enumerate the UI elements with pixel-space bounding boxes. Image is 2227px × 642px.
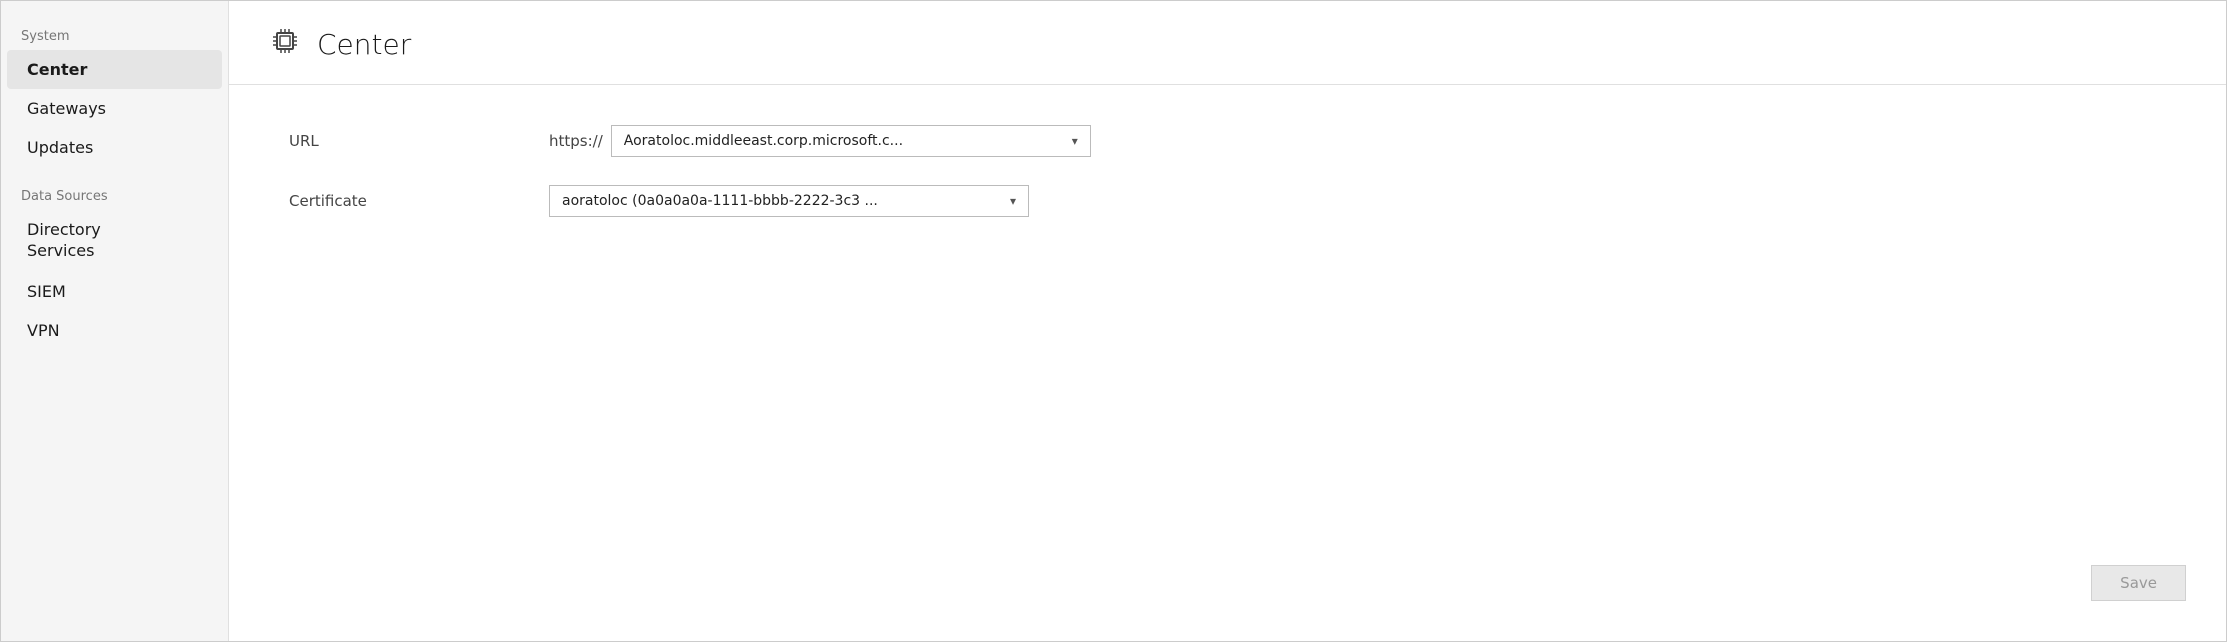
- certificate-row: Certificate aoratoloc (0a0a0a0a-1111-bbb…: [289, 185, 2166, 217]
- sidebar-section-system: System: [1, 19, 228, 50]
- certificate-dropdown-text: aoratoloc (0a0a0a0a-1111-bbbb-2222-3c3 .…: [562, 193, 1000, 209]
- chip-icon: [269, 25, 301, 64]
- sidebar-section-data-sources: Data Sources: [1, 179, 228, 210]
- form-area: URL https:// Aoratoloc.middleeast.corp.m…: [229, 85, 2226, 641]
- certificate-dropdown-arrow-icon: ▾: [1010, 194, 1016, 208]
- page-title: Center: [317, 28, 411, 61]
- sidebar: System Center Gateways Updates Data Sour…: [1, 1, 229, 641]
- url-field-group: https:// Aoratoloc.middleeast.corp.micro…: [549, 125, 1091, 157]
- main-content: Center URL https:// Aoratoloc.middleeast…: [229, 1, 2226, 641]
- certificate-label: Certificate: [289, 192, 549, 210]
- url-dropdown-text: Aoratoloc.middleeast.corp.microsoft.c...: [624, 133, 1062, 149]
- sidebar-item-siem[interactable]: SIEM: [7, 272, 222, 311]
- sidebar-item-center[interactable]: Center: [7, 50, 222, 89]
- sidebar-item-gateways[interactable]: Gateways: [7, 89, 222, 128]
- certificate-dropdown[interactable]: aoratoloc (0a0a0a0a-1111-bbbb-2222-3c3 .…: [549, 185, 1029, 217]
- sidebar-item-updates[interactable]: Updates: [7, 128, 222, 167]
- url-dropdown-arrow-icon: ▾: [1072, 134, 1078, 148]
- url-row: URL https:// Aoratoloc.middleeast.corp.m…: [289, 125, 2166, 157]
- page-header: Center: [229, 1, 2226, 85]
- url-dropdown[interactable]: Aoratoloc.middleeast.corp.microsoft.c...…: [611, 125, 1091, 157]
- sidebar-item-directory-services[interactable]: DirectoryServices: [7, 210, 222, 272]
- url-label: URL: [289, 132, 549, 150]
- save-button[interactable]: Save: [2091, 565, 2186, 601]
- url-prefix: https://: [549, 132, 603, 150]
- sidebar-item-vpn[interactable]: VPN: [7, 311, 222, 350]
